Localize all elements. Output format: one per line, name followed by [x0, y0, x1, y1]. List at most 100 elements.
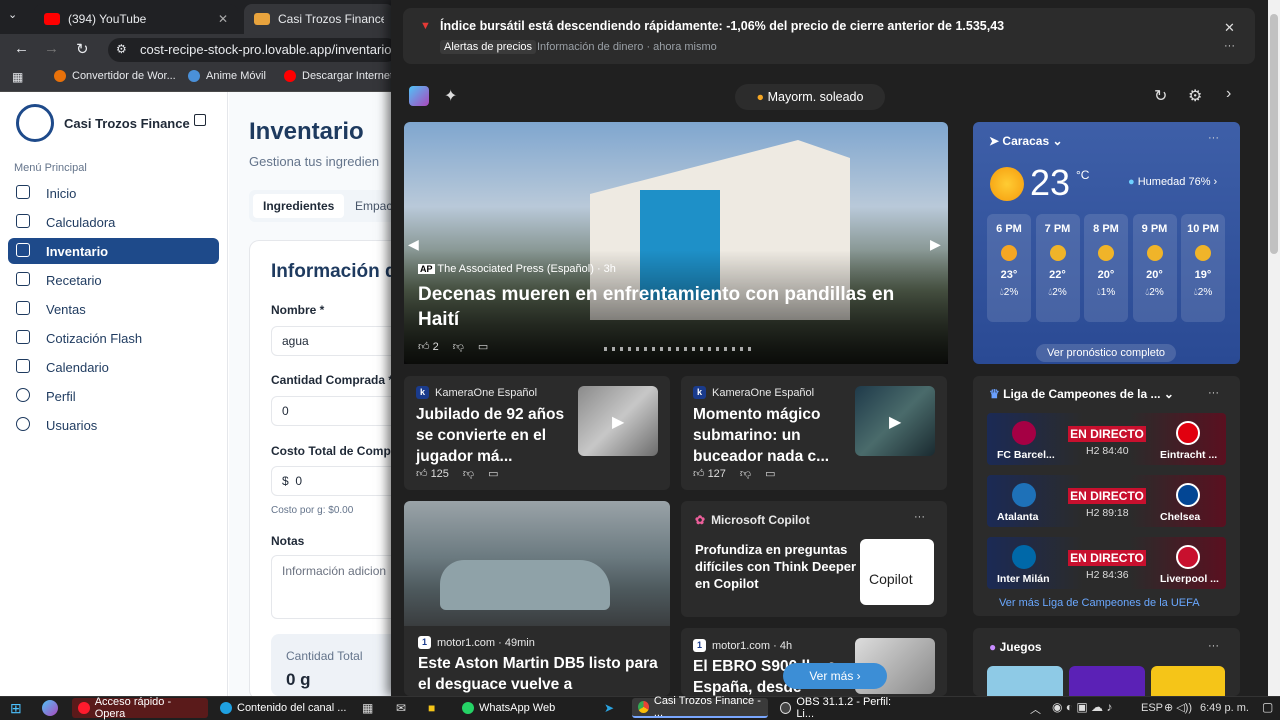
away-team-crest-icon: [1176, 421, 1200, 445]
sidebar-item-usuarios[interactable]: Usuarios: [8, 412, 219, 438]
carousel-dots[interactable]: [604, 347, 754, 351]
sidebar-toggle-icon[interactable]: [194, 114, 206, 126]
tab-search-icon[interactable]: ⌄: [8, 8, 17, 21]
sidebar-item-cotizacion[interactable]: Cotización Flash: [8, 325, 219, 351]
close-icon[interactable]: ✕: [1224, 20, 1235, 36]
menu-heading: Menú Principal: [14, 162, 87, 174]
game-thumbnail[interactable]: [1069, 666, 1145, 696]
dislike-icon[interactable]: 👎︎: [740, 467, 751, 480]
taskbar-opera[interactable]: Acceso rápido - Opera: [72, 696, 208, 720]
play-icon[interactable]: ▶: [612, 412, 624, 432]
discover-icon[interactable]: ✦: [444, 86, 457, 106]
home-icon: [16, 185, 30, 199]
hour-rain: 💧︎2%: [1145, 287, 1164, 298]
hour-label: 8 PM: [1093, 223, 1119, 235]
telegram-icon[interactable]: ➤: [604, 701, 614, 715]
prev-arrow-icon[interactable]: ◀: [408, 236, 419, 253]
taskbar-chrome[interactable]: Casi Trozos Finance - ...: [632, 695, 768, 719]
weather-location[interactable]: ➤ Caracas ⌄: [989, 134, 1063, 148]
scrollbar-thumb[interactable]: [1270, 14, 1278, 254]
notifications-icon[interactable]: ▢: [1262, 700, 1273, 714]
more-icon[interactable]: ···: [1208, 640, 1219, 652]
bookmark-item[interactable]: Convertidor de Wor...: [54, 70, 176, 82]
sun-icon: [990, 167, 1024, 201]
copilot-logo-text: Copilot: [869, 571, 913, 587]
language-indicator[interactable]: ESP: [1141, 702, 1163, 714]
hour-label: 9 PM: [1141, 223, 1168, 235]
back-icon[interactable]: ←: [14, 40, 29, 57]
alert-source: Información de dinero · ahora mismo: [537, 41, 717, 53]
refresh-icon[interactable]: ↻: [1154, 86, 1167, 106]
home-team: Inter Milán: [997, 573, 1050, 585]
folder-icon[interactable]: ■: [428, 701, 435, 715]
hero-title[interactable]: Decenas mueren en enfrentamiento con pan…: [418, 282, 938, 332]
sidebar-item-ventas[interactable]: Ventas: [8, 296, 219, 322]
forward-icon[interactable]: →: [44, 40, 59, 57]
apps-icon[interactable]: ▦: [362, 701, 373, 715]
like-icon[interactable]: 👍︎ 125: [416, 467, 449, 480]
home-team: FC Barcel...: [997, 449, 1055, 461]
comment-icon[interactable]: ▭: [765, 467, 775, 480]
price-alert-banner[interactable]: [403, 8, 1255, 64]
taskbar-edge[interactable]: Contenido del canal ...: [214, 698, 354, 718]
weather-summary-pill[interactable]: ● Mayorm. soleado: [735, 84, 885, 110]
more-icon[interactable]: ···: [1208, 132, 1219, 144]
sports-title[interactable]: ♛ Liga de Campeones de la ... ⌄: [989, 387, 1174, 401]
sidebar-item-calculadora[interactable]: Calculadora: [8, 209, 219, 235]
tray-icons[interactable]: ◉ ◐ ▣ ☁ ♪: [1052, 700, 1112, 714]
dislike-icon[interactable]: 👎︎: [463, 467, 474, 480]
taskbar-obs[interactable]: OBS 31.1.2 - Perfil: Li...: [774, 696, 910, 720]
like-icon[interactable]: 👍︎ 2: [418, 340, 439, 353]
tab-casi-trozos[interactable]: Casi Trozos Finance - Ge: [244, 4, 394, 34]
cost-value: 0: [295, 474, 303, 488]
taskbar-whatsapp[interactable]: WhatsApp Web: [456, 698, 596, 718]
like-icon[interactable]: 👍︎ 127: [693, 467, 726, 480]
forecast-link[interactable]: Ver pronóstico completo: [1036, 344, 1176, 362]
sidebar-item-calendario[interactable]: Calendario: [8, 354, 219, 380]
more-icon[interactable]: ···: [914, 511, 925, 523]
settings-icon[interactable]: ⚙: [1188, 86, 1202, 106]
chevron-right-icon[interactable]: ›: [1226, 85, 1231, 103]
next-arrow-icon[interactable]: ▶: [930, 236, 941, 253]
mail-icon[interactable]: ✉: [396, 701, 406, 715]
kameraone-icon: k: [416, 386, 429, 399]
widgets-logo-icon[interactable]: [409, 86, 429, 106]
sidebar-item-recetario[interactable]: Recetario: [8, 267, 219, 293]
tab-youtube[interactable]: (394) YouTube ✕: [34, 4, 238, 34]
apps-grid-icon[interactable]: ▦: [12, 70, 23, 84]
site-info-icon[interactable]: ⚙: [116, 42, 127, 56]
clock[interactable]: 6:49 p. m.: [1200, 702, 1249, 714]
copilot-taskbar-icon[interactable]: [42, 700, 58, 716]
dislike-icon[interactable]: 👎︎: [453, 340, 464, 353]
game-thumbnail[interactable]: [987, 666, 1063, 696]
ver-mas-button[interactable]: Ver más ›: [783, 663, 887, 689]
reload-icon[interactable]: ↻: [76, 40, 89, 58]
qty-input[interactable]: 0: [271, 396, 411, 426]
kameraone-icon: k: [693, 386, 706, 399]
sidebar-item-perfil[interactable]: Perfil: [8, 383, 219, 409]
url-input[interactable]: cost-recipe-stock-pro.lovable.app/invent…: [108, 38, 398, 62]
bookmark-item[interactable]: Descargar Internet...: [284, 70, 402, 82]
more-icon[interactable]: ···: [1208, 387, 1219, 399]
chrome-icon: [638, 701, 649, 713]
tray-chevron-icon[interactable]: ︿: [1030, 701, 1041, 717]
temp-unit: °C: [1076, 168, 1090, 182]
bookmark-item[interactable]: Anime Móvil: [188, 70, 266, 82]
name-input[interactable]: agua: [271, 326, 411, 356]
game-thumbnail[interactable]: [1151, 666, 1225, 696]
tab-ingredientes[interactable]: Ingredientes: [253, 194, 345, 218]
comment-icon[interactable]: ▭: [488, 467, 498, 480]
sidebar-item-inicio[interactable]: Inicio: [8, 180, 219, 206]
play-icon[interactable]: ▶: [889, 412, 901, 432]
notes-textarea[interactable]: Información adicion: [271, 555, 411, 619]
sports-more-link[interactable]: Ver más Liga de Campeones de la UEFA: [999, 597, 1200, 609]
package-icon: [16, 243, 30, 257]
cost-input[interactable]: $ 0: [271, 466, 411, 496]
total-label: Cantidad Total: [286, 649, 363, 663]
network-volume-icon[interactable]: ⊕ ◁)): [1164, 701, 1192, 714]
more-icon[interactable]: ···: [1224, 40, 1235, 52]
close-icon[interactable]: ✕: [218, 12, 228, 26]
sidebar-item-inventario[interactable]: Inventario: [8, 238, 219, 264]
start-icon[interactable]: ⊞: [10, 700, 22, 717]
comment-icon[interactable]: ▭: [478, 340, 488, 353]
